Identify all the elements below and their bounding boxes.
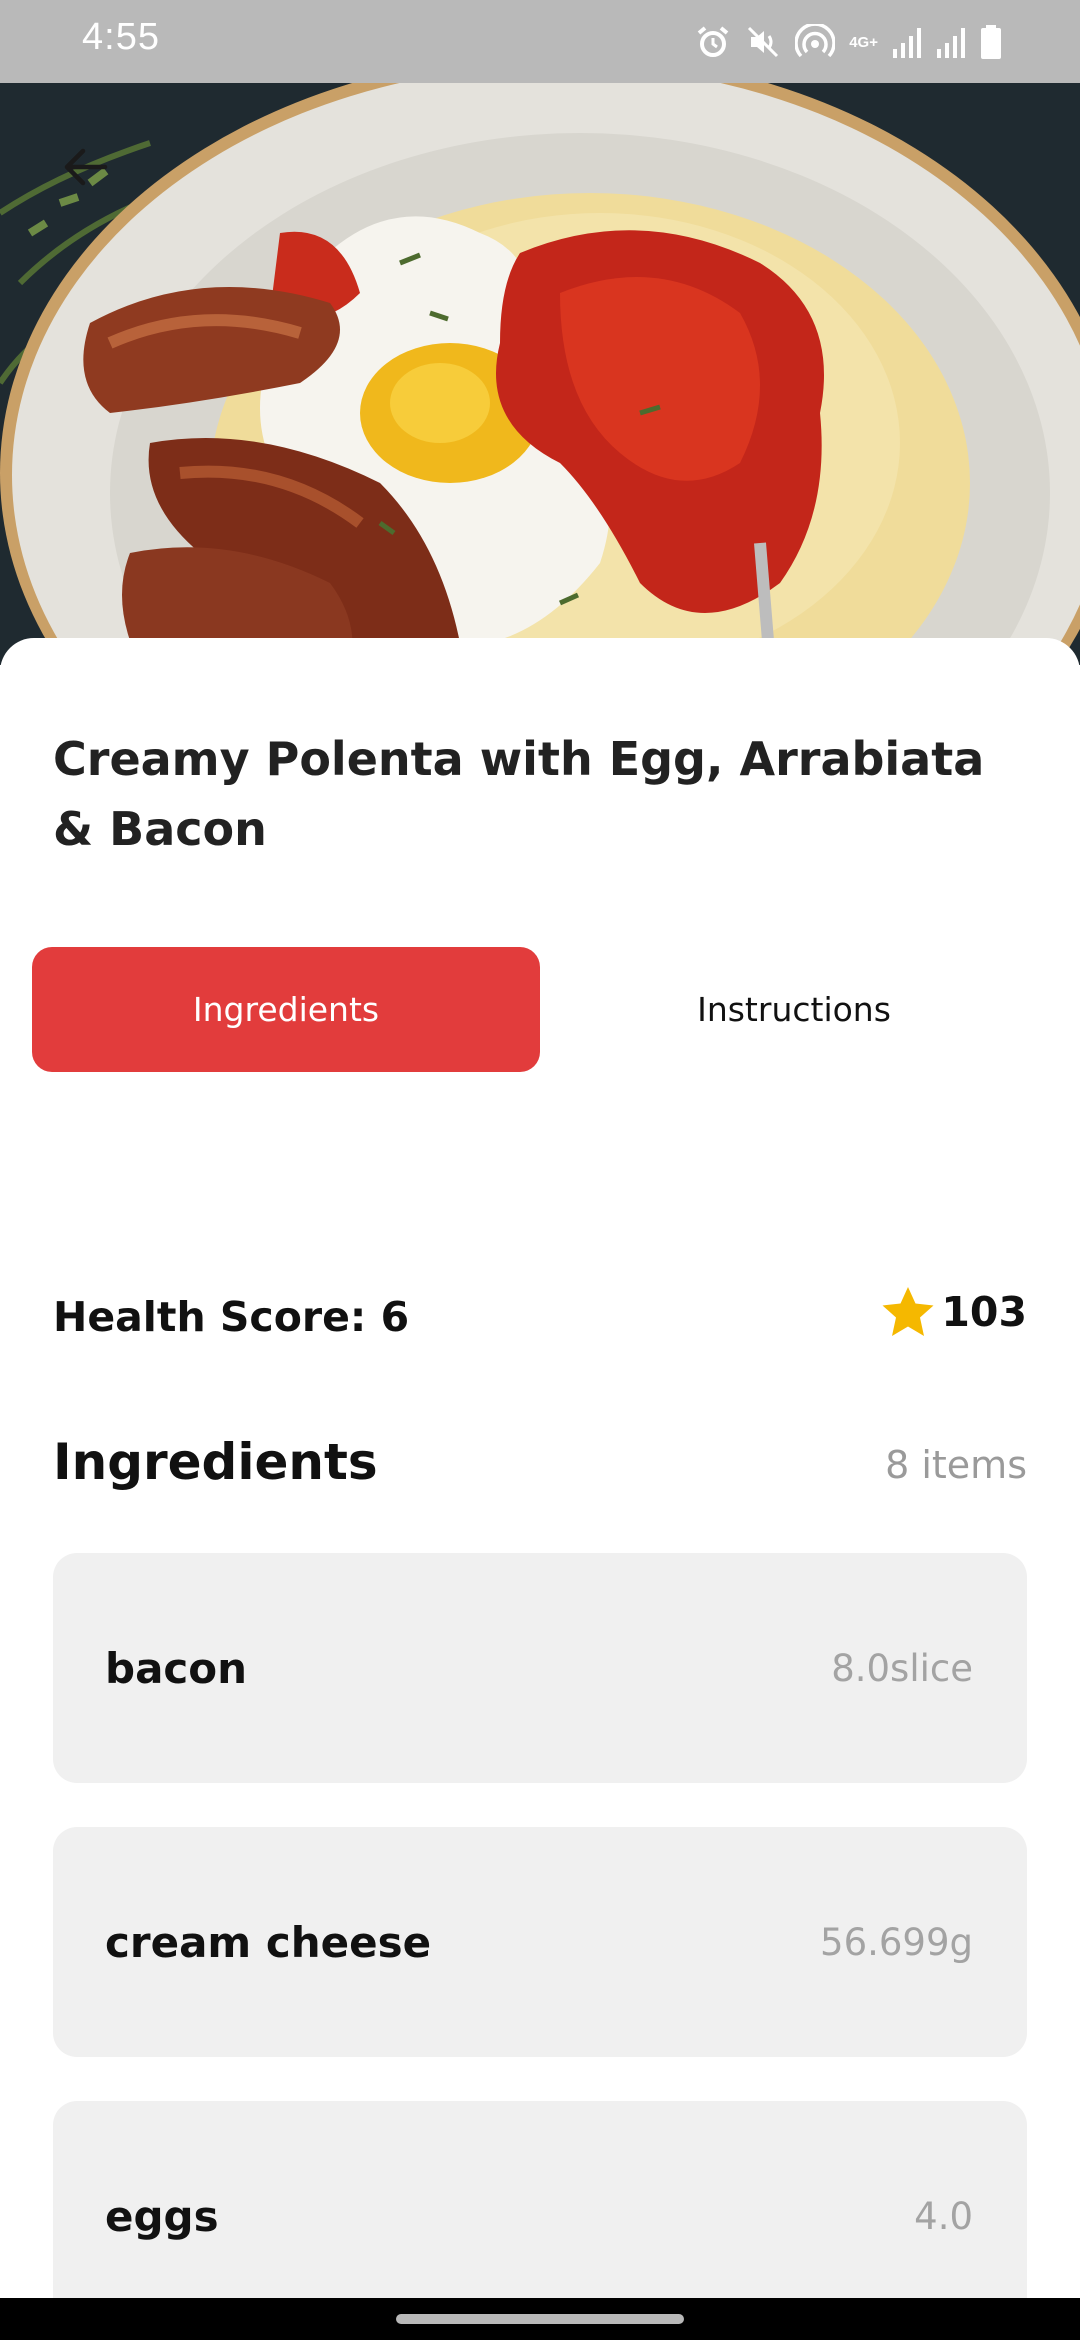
rating-value: 103 <box>941 1288 1027 1336</box>
ingredient-card[interactable]: eggs 4.0 <box>53 2101 1027 2298</box>
signal-icon <box>893 28 921 58</box>
ingredient-name: eggs <box>105 2191 219 2241</box>
recipe-photo-illustration <box>0 83 1080 665</box>
ingredient-amount: 56.699g <box>820 1920 973 1964</box>
recipe-content-sheet: Creamy Polenta with Egg, Arrabiata & Bac… <box>0 638 1080 2298</box>
home-indicator[interactable] <box>396 2314 684 2324</box>
ingredient-name: cream cheese <box>105 1917 432 1967</box>
status-icons: 4G+ <box>695 20 1002 64</box>
navigation-bar <box>0 2298 1080 2340</box>
hotspot-icon <box>795 24 836 58</box>
mute-icon <box>748 26 779 58</box>
ingredient-amount: 4.0 <box>914 2194 973 2238</box>
tab-instructions[interactable]: Instructions <box>540 947 1048 1072</box>
rating: 103 <box>881 1286 1027 1338</box>
health-score: Health Score: 6 <box>53 1293 410 1341</box>
ingredients-count: 8 items <box>885 1443 1027 1487</box>
recipe-detail-screen: 4:55 4G+ Creamy Polenta with Egg, Arrabi… <box>0 0 1080 2340</box>
recipe-title: Creamy Polenta with Egg, Arrabiata & Bac… <box>53 732 985 856</box>
ingredient-card[interactable]: cream cheese 56.699g <box>53 1827 1027 2057</box>
signal-icon-2 <box>937 28 965 58</box>
recipe-photo <box>0 83 1080 665</box>
ingredient-amount: 8.0slice <box>831 1646 973 1690</box>
ingredients-section-title: Ingredients <box>53 1433 378 1491</box>
star-icon <box>882 1287 934 1336</box>
ingredient-card[interactable]: bacon 8.0slice <box>53 1553 1027 1783</box>
status-bar: 4:55 4G+ <box>0 0 1080 83</box>
status-time: 4:55 <box>82 16 160 58</box>
arrow-left-icon <box>64 148 108 186</box>
alarm-icon <box>697 26 729 57</box>
back-button[interactable] <box>50 132 120 202</box>
ingredient-name: bacon <box>105 1643 248 1693</box>
battery-icon <box>981 25 1001 59</box>
network-type-label: 4G+ <box>849 33 878 51</box>
ingredient-list: bacon 8.0slice cream cheese 56.699g eggs… <box>53 1553 1027 2298</box>
tab-ingredients[interactable]: Ingredients <box>32 947 540 1072</box>
